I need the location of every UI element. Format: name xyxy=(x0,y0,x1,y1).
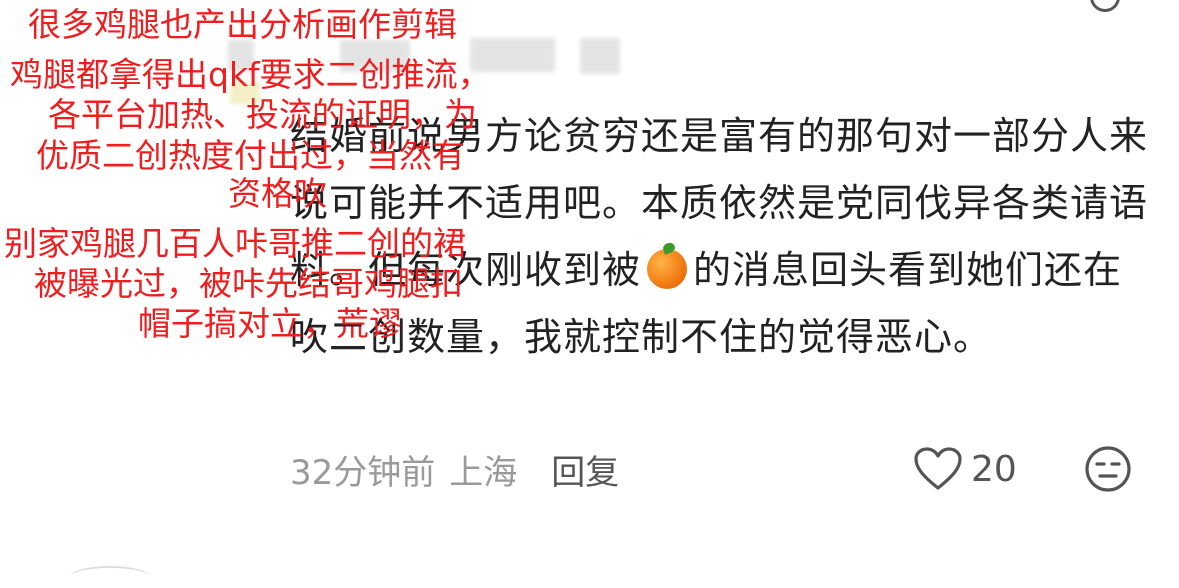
location: 上海 xyxy=(449,452,518,493)
blurred-username xyxy=(470,38,555,72)
like-button[interactable]: 20 xyxy=(913,444,1017,494)
annotation-line: 很多鸡腿也产出分析画作剪辑 xyxy=(28,5,457,44)
reply-button[interactable]: 回复 xyxy=(551,445,619,494)
blurred-badge xyxy=(230,82,260,104)
blurred-username xyxy=(228,40,254,72)
blurred-username xyxy=(580,38,620,74)
comment-meta: 32分钟前 上海 回复 xyxy=(290,444,619,494)
sticker-face-icon[interactable] xyxy=(1083,444,1133,494)
blurred-username xyxy=(340,40,410,72)
partial-top-icon[interactable] xyxy=(1090,0,1120,12)
heart-icon xyxy=(914,447,962,490)
like-count: 20 xyxy=(971,448,1017,490)
timestamp: 32分钟前 xyxy=(290,452,436,493)
orange-emoji-icon xyxy=(647,249,688,289)
next-comment-avatar-partial xyxy=(70,566,150,588)
comment-text: 结婚前说男方论贫穷还是富有的那句对一部分人来说可能并不适用吧。本质依然是党同伐异… xyxy=(290,103,1150,371)
